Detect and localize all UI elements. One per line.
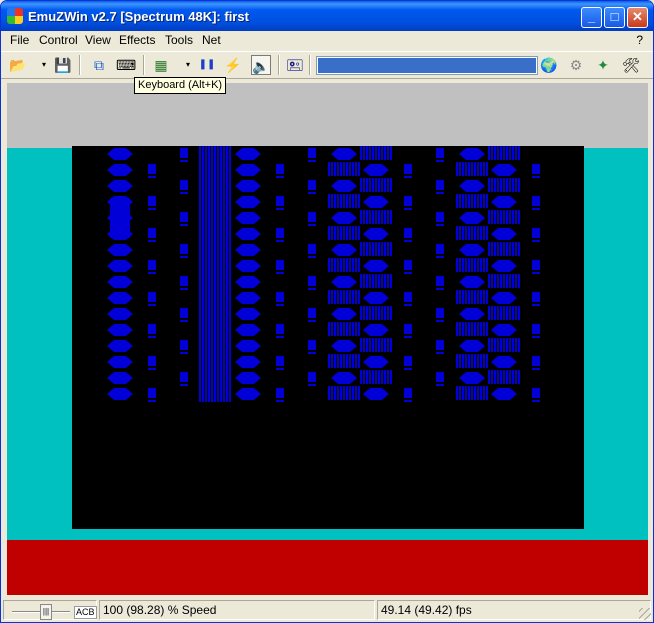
toolbar: 📂 ▾ 💾 ⧉ ⌨ ▦ ▾ ❚❚ ⚡ 🔈 🖭 🌍 ⚙ ✦ 🛠 bbox=[1, 51, 653, 79]
save-icon[interactable]: 💾 bbox=[53, 55, 73, 75]
tools-icon[interactable]: 🛠 bbox=[621, 55, 641, 75]
lightning-icon[interactable]: ⚡ bbox=[223, 55, 243, 75]
menu-bar: File Control View Effects Tools Net ? bbox=[1, 31, 653, 50]
chip-icon[interactable]: ▦ bbox=[151, 55, 171, 75]
maximize-button[interactable]: □ bbox=[604, 7, 625, 28]
toolbar-separator bbox=[79, 55, 81, 75]
tape-progress-fill bbox=[318, 58, 536, 73]
toolbar-separator bbox=[278, 55, 280, 75]
menu-help[interactable]: ? bbox=[636, 33, 643, 47]
copy-icon[interactable]: ⧉ bbox=[89, 55, 109, 75]
open-dropdown[interactable]: ▾ bbox=[42, 56, 50, 74]
volume-panel: ||| ACB bbox=[3, 600, 97, 620]
menu-control[interactable]: Control bbox=[39, 33, 78, 47]
speaker-icon[interactable]: 🔈 bbox=[251, 55, 271, 75]
screen-paper bbox=[72, 146, 584, 529]
gear-icon[interactable]: ⚙ bbox=[566, 55, 586, 75]
volume-slider-thumb[interactable]: ||| bbox=[40, 604, 52, 620]
window-title: EmuZWin v2.7 [Spectrum 48K]: first bbox=[28, 9, 249, 24]
menu-net[interactable]: Net bbox=[202, 33, 221, 47]
tape-progress-bar bbox=[316, 56, 538, 75]
compass-icon[interactable]: ✦ bbox=[593, 55, 613, 75]
screen-border-red bbox=[7, 540, 648, 595]
resize-grip[interactable] bbox=[639, 608, 651, 620]
fps-readout: 49.14 (49.42) fps bbox=[377, 600, 651, 620]
toolbar-separator bbox=[143, 55, 145, 75]
menu-file[interactable]: File bbox=[10, 33, 29, 47]
acb-label[interactable]: ACB bbox=[74, 606, 97, 619]
toolbar-separator bbox=[309, 55, 311, 75]
menu-effects[interactable]: Effects bbox=[119, 33, 155, 47]
menu-tools[interactable]: Tools bbox=[165, 33, 193, 47]
title-bar[interactable]: EmuZWin v2.7 [Spectrum 48K]: first _ □ ✕ bbox=[1, 1, 653, 31]
open-icon[interactable]: 📂 bbox=[8, 55, 28, 75]
close-button[interactable]: ✕ bbox=[627, 7, 648, 28]
menu-view[interactable]: View bbox=[85, 33, 111, 47]
emulator-screen[interactable] bbox=[7, 83, 648, 595]
tape-icon[interactable]: 🖭 bbox=[285, 55, 305, 75]
chip-dropdown[interactable]: ▾ bbox=[186, 56, 194, 74]
screen-pattern bbox=[107, 146, 540, 402]
app-icon[interactable] bbox=[7, 8, 23, 24]
speed-readout: 100 (98.28) % Speed bbox=[99, 600, 375, 620]
keyboard-tooltip: Keyboard (Alt+K) bbox=[134, 77, 227, 94]
emulator-window: EmuZWin v2.7 [Spectrum 48K]: first _ □ ✕… bbox=[0, 0, 654, 623]
globe-icon[interactable]: 🌍 bbox=[539, 55, 559, 75]
status-bar: ||| ACB 100 (98.28) % Speed 49.14 (49.42… bbox=[1, 599, 653, 622]
minimize-button[interactable]: _ bbox=[581, 7, 602, 28]
pause-icon[interactable]: ❚❚ bbox=[197, 55, 217, 75]
keyboard-icon[interactable]: ⌨ bbox=[116, 55, 136, 75]
